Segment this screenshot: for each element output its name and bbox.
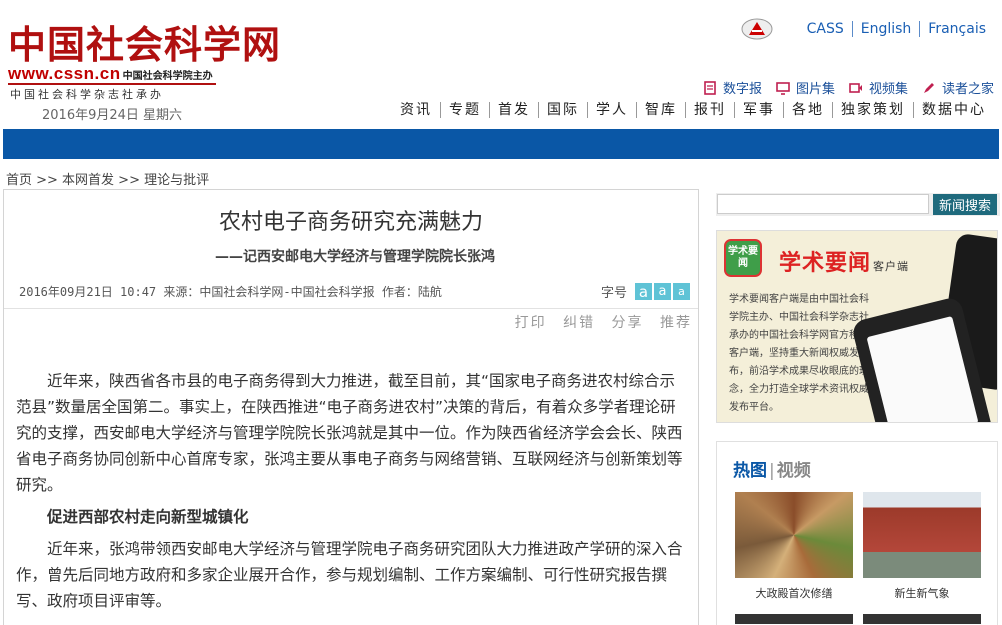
nav-item-topics[interactable]: 专题 [440,102,489,118]
logo-url: www.cssn.cn 中国社会科学院主办 [8,64,213,83]
video-icon [849,82,862,93]
logo-divider [8,83,216,85]
news-search-button[interactable]: 新闻搜索 [933,194,997,215]
nav-item-military[interactable]: 军事 [734,102,783,118]
font-size-small-button[interactable]: a [673,283,690,300]
search-input[interactable] [717,194,929,214]
font-size-control: 字号 a a a [601,282,690,301]
current-date: 2016年9月24日 星期六 [42,108,183,123]
hot-picture-thumbnail[interactable] [735,492,853,578]
nav-item-journals[interactable]: 报刊 [685,102,734,118]
app-badge-icon: 学术要闻 [724,239,762,277]
print-button[interactable]: 打印 [515,315,547,331]
hot-pictures-panel: 热图 | 视频 大政殿首次修缮 新生新气象 [716,441,998,625]
nav-item-scholars[interactable]: 学人 [587,102,636,118]
hot-tabs: 热图 | 视频 [733,461,811,481]
hot-picture-thumbnail[interactable] [863,492,981,578]
article-meta: 2016年09月21日 10:47 来源：中国社会科学网-中国社会科学报 作者：… [19,285,442,299]
nav-item-data[interactable]: 数据中心 [913,102,994,118]
tab-hot-pictures[interactable]: 热图 [733,461,767,481]
section-heading: 促进西部农村走向新型城镇化 [47,508,249,526]
media-link-photos[interactable]: 图片集 [776,78,835,97]
hot-picture-caption[interactable]: 新生新气象 [863,585,981,601]
english-link[interactable]: English [851,21,920,37]
font-size-label: 字号 [600,286,627,301]
media-link-newspaper[interactable]: 数字报 [703,78,762,97]
font-size-medium-button[interactable]: a [654,283,671,300]
article-paragraph: 近年来，张鸿带领西安邮电大学经济与管理学院电子商务研究团队大力推进政产学研的深入… [16,540,683,610]
recommend-button[interactable]: 推荐 [660,315,692,331]
nav-item-exclusive[interactable]: 独家策划 [832,102,913,118]
cass-logo-icon [741,18,773,40]
pen-icon [923,82,934,93]
font-size-large-button[interactable]: a [635,283,652,301]
app-ad-banner[interactable]: 学术要闻 学术要闻 客户端 学术要闻客户端是由中国社会科学院主办、中国社会科学杂志… [716,230,998,423]
top-links: CASS English Français [741,18,994,40]
nav-bar [3,129,999,159]
article-paragraph: 近年来，陕西省各市县的电子商务得到大力推进，截至目前，其“国家电子商务进农村综合… [16,372,683,494]
tab-videos[interactable]: 视频 [777,461,811,481]
article-tools: 打印 纠错 分享 推荐 [505,312,692,332]
report-error-button[interactable]: 纠错 [563,315,595,331]
media-link-readers[interactable]: 读者之家 [922,78,994,97]
nav-item-news[interactable]: 资讯 [392,102,440,118]
hot-picture-thumbnail[interactable] [863,614,981,624]
meta-divider [4,308,698,309]
media-link-videos[interactable]: 视频集 [849,78,908,97]
nav-item-first[interactable]: 首发 [489,102,538,118]
cass-link[interactable]: CASS [799,21,852,37]
media-links: 数字报 图片集 视频集 读者之家 [689,78,994,97]
newspaper-icon [704,80,716,95]
francais-link[interactable]: Français [919,21,994,37]
monitor-icon [776,81,790,95]
ad-title: 学术要闻 客户端 [779,251,910,276]
nav-item-intl[interactable]: 国际 [538,102,587,118]
breadcrumb[interactable]: 首页 >> 本网首发 >> 理论与批评 [6,169,209,188]
hot-picture-thumbnail[interactable] [735,614,853,624]
nav-item-thinktank[interactable]: 智库 [636,102,685,118]
site-logo[interactable]: 中国社会科学网 [8,14,281,69]
share-button[interactable]: 分享 [612,315,644,331]
article-body: 近年来，陕西省各市县的电子商务得到大力推进，截至目前，其“国家电子商务进农村综合… [16,368,688,614]
article-subtitle: ——记西安邮电大学经济与管理学院院长张鸿 [215,249,495,265]
hot-picture-caption[interactable]: 大政殿首次修缮 [735,585,853,601]
ad-text: 学术要闻客户端是由中国社会科学院主办、中国社会科学杂志社承办的中国社会科学网官方… [729,294,869,413]
logo-tagline: 中国社会科学杂志社承办 [10,88,164,101]
main-nav: 资讯 专题 首发 国际 学人 智库 报刊 军事 各地 独家策划 数据中心 [392,102,994,118]
article-title: 农村电子商务研究充满魅力 [218,210,483,235]
article-panel: 农村电子商务研究充满魅力 ——记西安邮电大学经济与管理学院院长张鸿 2016年0… [3,189,699,625]
nav-item-regions[interactable]: 各地 [783,102,832,118]
site-header: 中国社会科学网 www.cssn.cn 中国社会科学院主办 中国社会科学杂志社承办… [0,0,1002,128]
